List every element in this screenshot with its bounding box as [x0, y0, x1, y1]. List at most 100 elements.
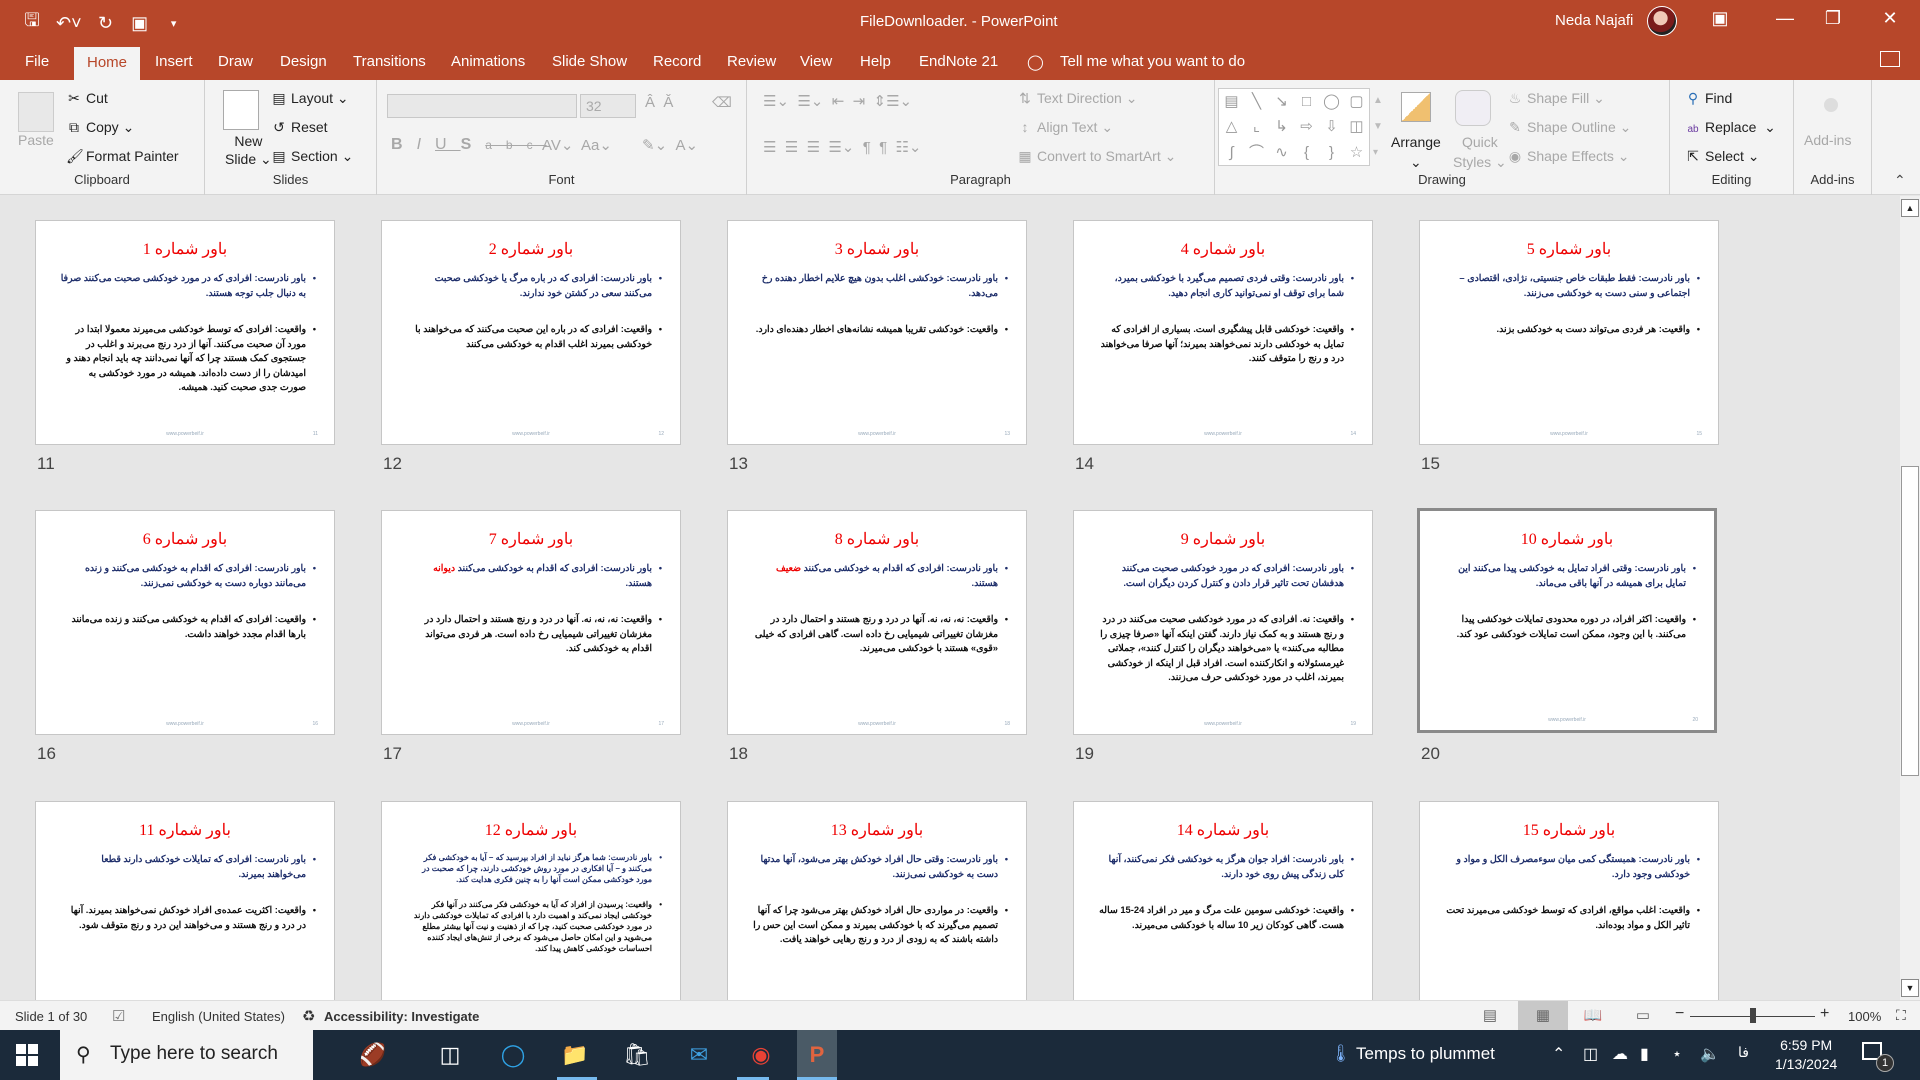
file-explorer-icon[interactable]: 📁: [555, 1038, 595, 1072]
shape-outline-button[interactable]: ✎ Shape Outline ⌄: [1507, 119, 1631, 136]
layout-button[interactable]: ▤ Layout ⌄: [271, 90, 348, 107]
font-size-increase-icon[interactable]: Â Ǎ: [645, 94, 673, 111]
tab-review[interactable]: Review: [727, 53, 776, 70]
powerpoint-icon[interactable]: P: [797, 1030, 837, 1080]
tab-slide-show[interactable]: Slide Show: [552, 53, 627, 70]
zoom-slider-thumb[interactable]: [1749, 1008, 1756, 1023]
slide-thumbnail[interactable]: باور شماره 9 باور نادرست: افرادی که در مو…: [1073, 510, 1373, 735]
paste-button[interactable]: Paste: [18, 132, 54, 148]
shapes-gallery[interactable]: ▤ ╲ ↘ □ ◯ ▢ △ ⌞ ↳ ⇨ ⇩ ◫ ∫ ⌒ ∿{} ☆: [1218, 88, 1370, 166]
addins-button[interactable]: Add-ins: [1804, 132, 1851, 148]
collapse-ribbon-icon[interactable]: ⌃: [1894, 172, 1906, 189]
reset-button[interactable]: ↺ Reset: [271, 119, 327, 136]
slide-thumbnail[interactable]: باور شماره 11 باور نادرست: افرادی که تمای…: [35, 801, 335, 1000]
tab-transitions[interactable]: Transitions: [353, 53, 426, 70]
tab-help[interactable]: Help: [860, 53, 891, 70]
quick-styles-button[interactable]: Quick Styles ⌄: [1453, 132, 1507, 172]
taskbar-search[interactable]: ⚲ Type here to search: [60, 1030, 313, 1080]
accessibility-status[interactable]: Accessibility: Investigate: [324, 1009, 479, 1024]
tab-draw[interactable]: Draw: [218, 53, 253, 70]
tab-view[interactable]: View: [800, 53, 832, 70]
fit-to-window-icon[interactable]: ⛶: [1896, 1007, 1906, 1024]
zoom-level[interactable]: 100%: [1848, 1009, 1881, 1024]
battery-icon[interactable]: ▮: [1640, 1044, 1649, 1064]
slide-thumbnail[interactable]: باور شماره 3 باور نادرست: خودکشی اغلب بدو…: [727, 220, 1027, 445]
normal-view-icon[interactable]: ▤: [1465, 1001, 1515, 1031]
tab-record[interactable]: Record: [653, 53, 701, 70]
spell-check-icon[interactable]: ☑: [112, 1007, 125, 1025]
highlight-icon[interactable]: ✎⌄ A⌄: [642, 136, 698, 154]
format-painter-button[interactable]: 🖌 Format Painter: [66, 148, 179, 165]
scroll-down-icon[interactable]: ▼: [1901, 979, 1919, 997]
avatar[interactable]: [1647, 6, 1677, 36]
show-hidden-icons[interactable]: ⌃: [1552, 1044, 1565, 1064]
find-button[interactable]: ⚲ Find: [1685, 90, 1732, 107]
tell-me-search[interactable]: Tell me what you want to do: [1060, 53, 1245, 70]
microsoft-store-icon[interactable]: 🛍: [617, 1038, 657, 1072]
mail-icon[interactable]: ✉: [679, 1038, 719, 1072]
tab-design[interactable]: Design: [280, 53, 327, 70]
redo-icon[interactable]: ↻: [96, 13, 116, 34]
slide-thumbnail[interactable]: باور شماره 2 باور نادرست: افرادی که در با…: [381, 220, 681, 445]
clock[interactable]: 6:59 PM 1/13/2024: [1775, 1036, 1837, 1074]
minimize-icon[interactable]: —: [1765, 8, 1805, 29]
slide-thumbnail[interactable]: باور شماره 5 باور نادرست: فقط طبقات خاص ج…: [1419, 220, 1719, 445]
undo-icon[interactable]: ↶˅: [56, 13, 82, 34]
zoom-in-icon[interactable]: +: [1820, 1005, 1829, 1023]
save-icon[interactable]: 🖫: [22, 8, 42, 38]
gallery-scroll[interactable]: ▲ ▼ ▾: [1373, 88, 1383, 166]
onedrive-icon[interactable]: ☁: [1612, 1044, 1628, 1064]
volume-icon[interactable]: 🔈: [1700, 1044, 1720, 1064]
customize-qat-icon[interactable]: ▾: [164, 17, 184, 30]
ribbon-display-options-icon[interactable]: ▣: [1700, 8, 1740, 29]
font-size-select[interactable]: 32: [580, 94, 636, 118]
tab-insert[interactable]: Insert: [155, 53, 193, 70]
slide-sorter-view-icon[interactable]: ▦: [1518, 1001, 1568, 1031]
convert-smartart-button[interactable]: ▦ Convert to SmartArt ⌄: [1017, 148, 1176, 165]
vertical-scrollbar[interactable]: ▲ ▼: [1900, 196, 1920, 1000]
wifi-icon[interactable]: ⋆: [1672, 1044, 1682, 1064]
tab-home[interactable]: Home: [74, 47, 141, 80]
present-from-start-icon[interactable]: ▣: [130, 13, 150, 34]
slide-thumbnail[interactable]: باور شماره 1 باور نادرست: افرادی که در مو…: [35, 220, 335, 445]
copy-button[interactable]: ⧉ Copy ⌄: [66, 119, 134, 136]
align-text-button[interactable]: ↕ Align Text ⌄: [1017, 119, 1114, 136]
align-icons[interactable]: ☰ ☰ ☰ ☰⌄ ¶ ¶ ☷⌄: [763, 138, 922, 156]
select-button[interactable]: ⇱ Select ⌄: [1685, 148, 1759, 165]
section-button[interactable]: ▤ Section ⌄: [271, 148, 353, 165]
slide-thumbnail[interactable]: باور شماره 10 باور نادرست: وقتی افراد تما…: [1417, 508, 1717, 733]
font-format-buttons[interactable]: BIUSabc: [391, 136, 547, 154]
shape-effects-button[interactable]: ◉ Shape Effects ⌄: [1507, 148, 1630, 165]
comments-icon[interactable]: [1880, 51, 1900, 67]
slide-thumbnail[interactable]: باور شماره 4 باور نادرست: وقتی فردی تصمیم…: [1073, 220, 1373, 445]
meet-now-icon[interactable]: ◫: [1583, 1044, 1598, 1064]
restore-icon[interactable]: ❐: [1813, 8, 1853, 29]
input-language[interactable]: فا: [1738, 1044, 1749, 1061]
close-icon[interactable]: ✕: [1870, 8, 1910, 29]
slide-show-view-icon[interactable]: ▭: [1618, 1001, 1668, 1031]
scroll-up-icon[interactable]: ▲: [1901, 199, 1919, 217]
shape-fill-button[interactable]: ♨ Shape Fill ⌄: [1507, 90, 1605, 107]
slide-thumbnail[interactable]: باور شماره 13 باور نادرست: وقتی حال افراد…: [727, 801, 1027, 1000]
slide-thumbnail[interactable]: باور شماره 6 باور نادرست: افرادی که اقدام…: [35, 510, 335, 735]
edge-icon[interactable]: ◯: [493, 1038, 533, 1072]
slide-thumbnail[interactable]: باور شماره 12 باور نادرست: شما هرگز نباید…: [381, 801, 681, 1000]
zoom-out-icon[interactable]: −: [1675, 1005, 1684, 1023]
weather-widget[interactable]: 🌡 Temps to plummet: [1330, 1044, 1495, 1064]
user-name[interactable]: Neda Najafi: [1555, 12, 1633, 29]
slide-thumbnail[interactable]: باور شماره 8 باور نادرست: افرادی که اقدام…: [727, 510, 1027, 735]
search-highlight-icon[interactable]: 🏈: [333, 1038, 413, 1072]
char-spacing-icon[interactable]: AV⌄ Aa⌄: [542, 136, 612, 154]
scroll-thumb[interactable]: [1901, 466, 1919, 776]
replace-button[interactable]: ab Replace ⌄: [1685, 119, 1775, 136]
cut-button[interactable]: ✂ Cut: [66, 90, 108, 107]
language-indicator[interactable]: English (United States): [152, 1009, 285, 1024]
new-slide-button[interactable]: New Slide ⌄: [225, 132, 272, 168]
text-direction-button[interactable]: ⇅ Text Direction ⌄: [1017, 90, 1137, 107]
slide-thumbnail[interactable]: باور شماره 14 باور نادرست: افراد جوان هرگ…: [1073, 801, 1373, 1000]
tab-file[interactable]: File: [25, 53, 49, 70]
windows-start-icon[interactable]: [16, 1044, 38, 1066]
task-view-icon[interactable]: ◫: [430, 1038, 470, 1072]
font-name-select[interactable]: [387, 94, 577, 118]
bullets-icon[interactable]: ☰⌄ ☰⌄ ⇤ ⇥ ⇕☰⌄: [763, 92, 912, 110]
